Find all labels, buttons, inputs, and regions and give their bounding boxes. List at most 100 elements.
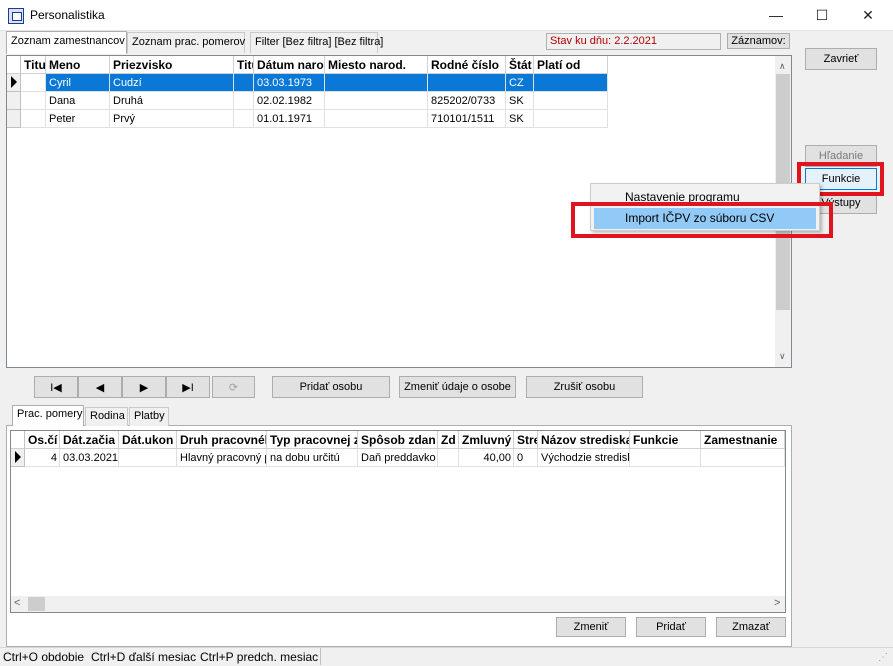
cell-priezvisko[interactable]: Druhá (110, 92, 234, 110)
cell-rodne-cislo[interactable] (428, 74, 506, 92)
cell-nazov-strediska[interactable]: Východzie stredisk (538, 449, 630, 467)
col-zd[interactable]: Zd (438, 431, 459, 449)
scroll-up-icon[interactable]: ∧ (779, 61, 786, 72)
col-dat-zaciatku[interactable]: Dát.začia (60, 431, 119, 449)
add-button[interactable]: Pridať (636, 617, 706, 637)
cell-os-cislo[interactable]: 4 (25, 449, 60, 467)
cell-datum[interactable]: 02.02.1982 (254, 92, 325, 110)
tab-rodina[interactable]: Rodina (85, 407, 128, 426)
cell-titul[interactable] (21, 92, 46, 110)
cell-miesto[interactable] (325, 110, 428, 128)
window-title: Personalistika (30, 8, 105, 22)
add-person-button[interactable]: Pridať osobu (272, 376, 390, 398)
scroll-thumb[interactable] (28, 597, 45, 611)
row-indicator (7, 110, 21, 128)
tab-zoznam-zamestnancov[interactable]: Zoznam zamestnancov (6, 31, 127, 54)
horizontal-scrollbar[interactable]: < > (11, 596, 785, 612)
grid-corner (11, 431, 25, 449)
col-rodne-cislo[interactable]: Rodné číslo (428, 56, 506, 74)
scroll-down-icon[interactable]: ∨ (779, 351, 786, 362)
cell-priezvisko[interactable]: Prvý (110, 110, 234, 128)
resize-grip-icon[interactable]: ⋰ (878, 652, 888, 663)
tab-zoznam-prac-pomerov[interactable]: Zoznam prac. pomerov (127, 32, 245, 53)
close-button[interactable]: ✕ (845, 0, 891, 30)
col-funkcie[interactable]: Funkcie (630, 431, 701, 449)
cell-zmluvny[interactable]: 40,00 (459, 449, 514, 467)
cell-plati-od[interactable] (534, 110, 608, 128)
close-window-button[interactable]: Zavrieť (805, 48, 877, 70)
col-miesto-narodenia[interactable]: Miesto narod. (325, 56, 428, 74)
change-button[interactable]: Zmeniť (556, 617, 626, 637)
cell-meno[interactable]: Peter (46, 110, 110, 128)
cell-stat[interactable]: SK (506, 110, 534, 128)
col-nazov-strediska[interactable]: Názov strediska (538, 431, 630, 449)
tab-filter[interactable]: Filter [Bez filtra] [Bez filtra] (250, 32, 383, 53)
status-obdobie: Ctrl+O obdobie (3, 650, 85, 664)
cell-funkcie[interactable] (630, 449, 701, 467)
nav-last-button[interactable]: ▶I (166, 376, 210, 398)
col-plati-od[interactable]: Platí od (534, 56, 608, 74)
cell-sposob[interactable]: Daň preddavko (358, 449, 438, 467)
cell-meno[interactable]: Cyril (46, 74, 110, 92)
col-stat[interactable]: Štát (506, 56, 534, 74)
col-druh-pracovneho[interactable]: Druh pracovnél (177, 431, 267, 449)
col-datum-narodenia[interactable]: Dátum narod (254, 56, 325, 74)
col-dat-ukoncenia[interactable]: Dát.ukon (119, 431, 177, 449)
minimize-button[interactable]: — (753, 0, 799, 30)
col-titul[interactable]: Titu (21, 56, 46, 74)
cell-miesto[interactable] (325, 74, 428, 92)
cell-dat-ukoncenia[interactable] (119, 449, 177, 467)
cell-zd[interactable] (438, 449, 459, 467)
col-os-cislo[interactable]: Os.čí (25, 431, 60, 449)
cell-titul[interactable] (21, 110, 46, 128)
nav-first-button[interactable]: I◀ (34, 376, 78, 398)
status-predch-mesiac: Ctrl+P predch. mesiac (200, 650, 319, 664)
col-titul2[interactable]: Titu (234, 56, 254, 74)
cell-miesto[interactable] (325, 92, 428, 110)
cell-meno[interactable]: Dana (46, 92, 110, 110)
delete-button[interactable]: Zmazať (716, 617, 786, 637)
cell-titul2[interactable] (234, 92, 254, 110)
nav-prev-button[interactable]: ◀ (78, 376, 122, 398)
cell-plati-od[interactable] (534, 92, 608, 110)
status-divider (320, 648, 321, 665)
cell-zamestnanie[interactable] (701, 449, 785, 467)
col-zmluvny[interactable]: Zmluvný (459, 431, 514, 449)
col-sposob-zdanenia[interactable]: Spôsob zdan (358, 431, 438, 449)
highlight-import-box (571, 202, 833, 238)
change-person-button[interactable]: Zmeniť údaje o osobe (399, 376, 516, 398)
col-stredisko[interactable]: Stre (514, 431, 538, 449)
cell-rodne-cislo[interactable]: 825202/0733 (428, 92, 506, 110)
cell-stredisko[interactable]: 0 (514, 449, 538, 467)
cell-plati-od[interactable] (534, 74, 608, 92)
cell-datum[interactable]: 03.03.1973 (254, 74, 325, 92)
cell-titul2[interactable] (234, 74, 254, 92)
tab-platby[interactable]: Platby (129, 407, 169, 426)
cancel-person-button[interactable]: Zrušiť osobu (526, 376, 643, 398)
col-meno[interactable]: Meno (46, 56, 110, 74)
cell-datum[interactable]: 01.01.1971 (254, 110, 325, 128)
zaznamov-label: Záznamov: (727, 33, 790, 49)
scroll-left-icon[interactable]: < (14, 597, 20, 609)
status-dalsi-mesiac: Ctrl+D ďalší mesiac (91, 650, 197, 664)
cell-titul[interactable] (21, 74, 46, 92)
tab-prac-pomery[interactable]: Prac. pomery (12, 405, 84, 426)
scroll-right-icon[interactable]: > (774, 597, 780, 609)
cell-titul2[interactable] (234, 110, 254, 128)
grid-corner (7, 56, 21, 74)
col-zamestnanie[interactable]: Zamestnanie (701, 431, 785, 449)
cell-stat[interactable]: SK (506, 92, 534, 110)
employment-grid[interactable]: Os.čí Dát.začia Dát.ukon Druh pracovnél … (10, 430, 786, 613)
maximize-button[interactable]: ☐ (799, 0, 845, 30)
cell-priezvisko[interactable]: Cudzí (110, 74, 234, 92)
col-priezvisko[interactable]: Priezvisko (110, 56, 234, 74)
app-icon (8, 8, 24, 24)
cell-druh[interactable]: Hlavný pracovný p (177, 449, 267, 467)
nav-next-button[interactable]: ▶ (122, 376, 166, 398)
cell-stat[interactable]: CZ (506, 74, 534, 92)
cell-dat-zaciatku[interactable]: 03.03.2021 (60, 449, 119, 467)
cell-typ[interactable]: na dobu určitú (267, 449, 358, 467)
nav-refresh-button[interactable]: ⟳ (212, 376, 255, 398)
col-typ-pracovnej[interactable]: Typ pracovnej z (267, 431, 358, 449)
cell-rodne-cislo[interactable]: 710101/1511 (428, 110, 506, 128)
